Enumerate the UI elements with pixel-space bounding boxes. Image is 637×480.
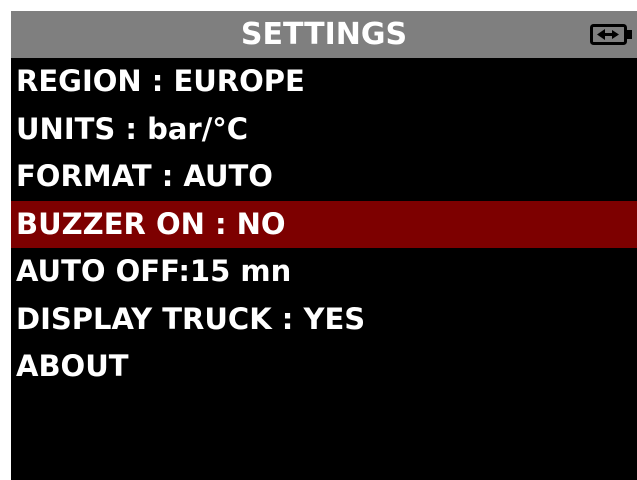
menu-item-buzzer[interactable]: BUZZER ON : NO: [11, 200, 637, 248]
menu-item-units[interactable]: UNITS : bar/°C: [11, 106, 637, 154]
device-screen: SETTINGS REGION : EUROPE UNITS : bar/°C …: [11, 11, 637, 480]
page-title: SETTINGS: [240, 17, 408, 52]
title-bar: SETTINGS: [11, 11, 637, 58]
menu-item-about[interactable]: ABOUT: [11, 343, 637, 391]
menu-item-display-truck[interactable]: DISPLAY TRUCK : YES: [11, 296, 637, 344]
menu-item-auto-off[interactable]: AUTO OFF:15 mn: [11, 248, 637, 296]
battery-icon: [590, 24, 637, 45]
settings-menu: REGION : EUROPE UNITS : bar/°C FORMAT : …: [11, 58, 637, 391]
menu-item-format[interactable]: FORMAT : AUTO: [11, 153, 637, 201]
menu-item-region[interactable]: REGION : EUROPE: [11, 58, 637, 106]
